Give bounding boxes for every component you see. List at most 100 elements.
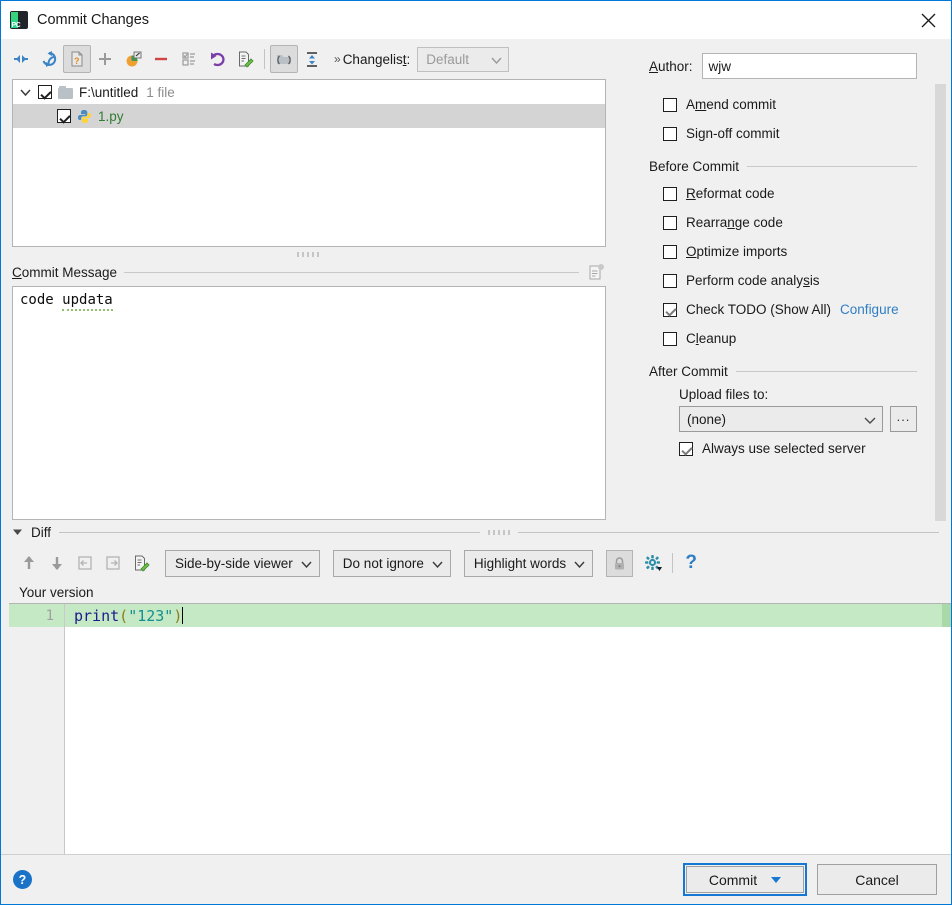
upload-server-dropdown[interactable]: (none) <box>679 406 883 432</box>
refresh-icon[interactable] <box>35 45 63 73</box>
footer-buttons: Commit Cancel <box>683 863 937 896</box>
commit-message-header: Commit Message <box>12 261 606 283</box>
code-token-open-paren: ( <box>119 606 129 625</box>
diff-viewer-mode-dropdown[interactable]: Side-by-side viewer <box>165 549 320 577</box>
check-todo-label: Check TODO (Show All) <box>686 302 832 317</box>
commit-button[interactable]: Commit <box>686 866 804 893</box>
file-checkbox[interactable] <box>57 109 71 123</box>
configure-todo-link[interactable]: Configure <box>840 302 899 317</box>
rearrange-code-checkbox[interactable]: Rearrange code <box>649 208 917 237</box>
diff-toolbar: Side-by-side viewer Do not ignore Highli… <box>1 544 951 582</box>
chevron-down-icon[interactable] <box>19 86 32 99</box>
diff-viewer-mode-value: Side-by-side viewer <box>175 555 293 571</box>
upload-server-row: (none) ... <box>649 406 917 432</box>
group-by-directory-icon[interactable] <box>270 45 298 73</box>
chevron-down-icon <box>432 556 443 571</box>
accept-right-icon[interactable] <box>99 549 127 577</box>
diff-highlight-mode-dropdown[interactable]: Highlight words <box>463 549 594 577</box>
rollback-icon[interactable] <box>203 45 231 73</box>
after-commit-title: After Commit <box>649 364 728 379</box>
changes-pane: ? » Changelist: Default F:\untitled 1 fi… <box>1 39 615 520</box>
always-use-selected-server-checkbox[interactable]: Always use selected server <box>649 434 917 463</box>
commit-button-focus-ring: Commit <box>683 863 807 896</box>
splitter-grip-icon[interactable] <box>488 529 511 535</box>
sign-off-commit-checkbox[interactable]: Sign-off commit <box>649 119 917 148</box>
editor-code-area[interactable]: print("123") <box>65 604 951 854</box>
chevron-down-icon[interactable] <box>771 876 782 883</box>
diff-collapse-toggle[interactable] <box>12 528 23 536</box>
text-caret <box>182 607 184 624</box>
toolbar-divider <box>672 553 674 573</box>
close-icon[interactable] <box>905 1 951 39</box>
diff-editor[interactable]: 1 print("123") <box>9 603 951 854</box>
code-token-function: print <box>74 606 120 625</box>
pycharm-logo-icon <box>10 11 28 29</box>
reformat-code-checkbox[interactable]: Reformat code <box>649 179 917 208</box>
reformat-code-box[interactable] <box>663 186 677 201</box>
file-name-label: 1.py <box>98 108 124 124</box>
changed-files-tree[interactable]: F:\untitled 1 file 1.py <box>12 79 606 247</box>
diff-change-marker <box>942 604 951 627</box>
gear-icon[interactable] <box>639 550 667 577</box>
folder-icon <box>58 85 73 99</box>
commit-message-history-icon[interactable] <box>586 263 606 281</box>
author-input[interactable]: wjw <box>701 53 917 79</box>
changelist-toolbar: ? » Changelist: Default <box>1 39 615 79</box>
edit-source-icon[interactable] <box>127 549 155 577</box>
always-use-selected-server-box[interactable] <box>679 441 693 456</box>
expand-collapse-icon[interactable] <box>298 45 326 73</box>
optimize-imports-box[interactable] <box>663 244 677 259</box>
set-active-changelist-icon[interactable] <box>175 45 203 73</box>
cleanup-box[interactable] <box>663 331 677 346</box>
delete-changelist-minus-icon[interactable] <box>147 45 175 73</box>
previous-difference-icon[interactable] <box>15 549 43 577</box>
tree-row-file[interactable]: 1.py <box>13 104 605 128</box>
cancel-button[interactable]: Cancel <box>817 864 937 895</box>
perform-code-analysis-box[interactable] <box>663 273 677 288</box>
code-token-close-paren: ) <box>173 606 183 625</box>
chevron-down-icon <box>574 556 585 571</box>
commit-changes-dialog: Commit Changes <box>0 0 952 905</box>
question-mark-icon[interactable]: ? <box>678 550 704 577</box>
changelist-label: Changelist: <box>342 51 411 67</box>
tree-message-splitter[interactable] <box>1 247 615 261</box>
move-to-another-changelist-icon[interactable] <box>119 45 147 73</box>
check-todo-box[interactable] <box>663 302 677 317</box>
changelist-dropdown[interactable]: Default <box>417 46 510 72</box>
amend-commit-box[interactable] <box>663 97 677 112</box>
tree-row-folder[interactable]: F:\untitled 1 file <box>13 80 605 104</box>
changelist-label-group: » Changelist: <box>334 52 410 67</box>
after-commit-group-header: After Commit <box>649 364 917 379</box>
diff-ignore-mode-value: Do not ignore <box>342 555 424 571</box>
section-divider <box>747 166 917 167</box>
accept-left-icon[interactable] <box>71 549 99 577</box>
edit-source-icon[interactable] <box>231 45 259 73</box>
amend-commit-checkbox[interactable]: Amend commit <box>649 90 917 119</box>
section-divider <box>518 531 940 533</box>
collapse-all-icon[interactable] <box>7 45 35 73</box>
help-button[interactable]: ? <box>13 870 32 889</box>
diff-ignore-mode-dropdown[interactable]: Do not ignore <box>332 549 451 577</box>
next-difference-icon[interactable] <box>43 549 71 577</box>
show-diff-unversioned-icon[interactable]: ? <box>63 45 91 73</box>
sign-off-commit-box[interactable] <box>663 126 677 141</box>
diff-pane-label: Your version <box>19 585 94 600</box>
browse-server-button[interactable]: ... <box>890 406 917 432</box>
section-divider <box>59 531 481 533</box>
lock-icon[interactable] <box>606 549 634 577</box>
code-line-1[interactable]: print("123") <box>65 604 951 627</box>
options-scrollbar[interactable] <box>935 84 946 521</box>
cleanup-checkbox[interactable]: Cleanup <box>649 324 917 353</box>
author-value: wjw <box>708 58 732 74</box>
svg-text:?: ? <box>74 56 80 66</box>
chevron-right-icon: » <box>334 52 341 66</box>
check-todo-checkbox[interactable]: Check TODO (Show All) Configure <box>649 295 917 324</box>
amend-commit-label: Amend commit <box>686 97 777 112</box>
folder-checkbox[interactable] <box>38 85 52 99</box>
perform-code-analysis-label: Perform code analysis <box>686 273 820 288</box>
rearrange-code-box[interactable] <box>663 215 677 230</box>
new-changelist-plus-icon[interactable] <box>91 45 119 73</box>
perform-code-analysis-checkbox[interactable]: Perform code analysis <box>649 266 917 295</box>
commit-message-input[interactable]: code updata <box>12 286 606 520</box>
optimize-imports-checkbox[interactable]: Optimize imports <box>649 237 917 266</box>
